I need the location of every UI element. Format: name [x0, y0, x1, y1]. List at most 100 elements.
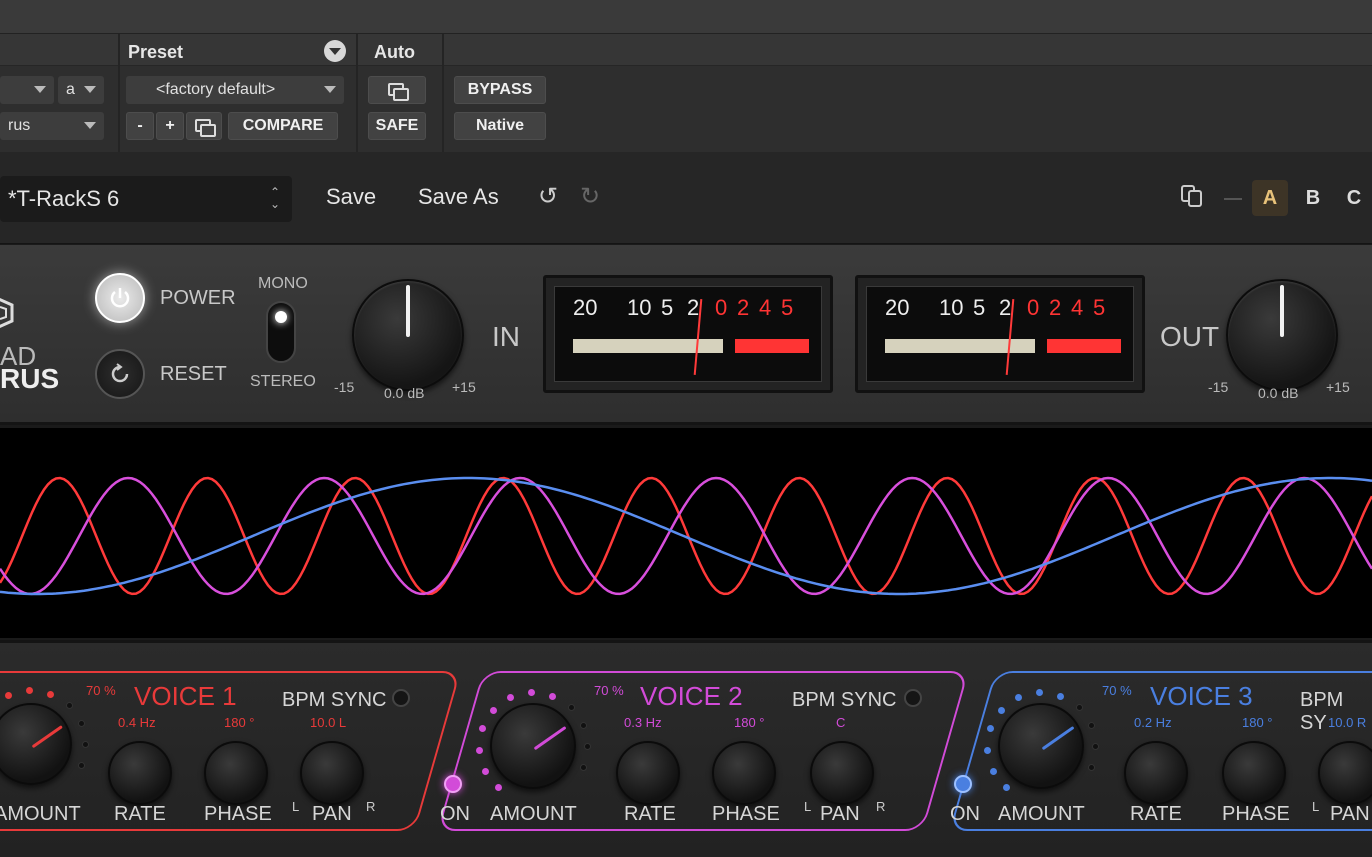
amount-level-dot — [997, 706, 1005, 714]
voice-2-phase-value: 180 ° — [734, 715, 765, 730]
preset-name-field[interactable]: *T-RackS 6 ⌃ ⌄ — [0, 176, 292, 222]
voice-1-rate-knob[interactable] — [108, 741, 172, 805]
amount-level-dot — [77, 762, 85, 770]
preset-next-button[interactable]: + — [156, 112, 184, 140]
voice-3-rate-value: 0.2 Hz — [1134, 715, 1172, 730]
knob-pointer — [533, 725, 567, 751]
voice-3-phase-knob[interactable] — [1222, 741, 1286, 805]
voice-3-rate-knob[interactable] — [1124, 741, 1188, 805]
scale-label: 20 — [885, 295, 910, 320]
voice-2-pan-knob[interactable] — [810, 741, 874, 805]
voice-1-bpm-sync-label: BPM SYNC — [282, 689, 387, 711]
output-value: 0.0 dB — [1258, 385, 1299, 401]
copy-icon[interactable] — [1180, 184, 1204, 215]
scale-bar-red — [735, 339, 809, 353]
chevron-down-icon — [34, 86, 46, 93]
voice-2-amount-value: 70 % — [594, 683, 624, 698]
safe-button[interactable]: SAFE — [368, 112, 426, 140]
slot-divider — [1224, 198, 1242, 200]
divider — [356, 34, 358, 152]
amount-level-dot — [584, 743, 591, 750]
slot-a-button[interactable]: A — [1252, 180, 1288, 216]
voice-1-title: VOICE 1 — [134, 681, 237, 711]
automation-window-button[interactable] — [368, 76, 426, 104]
scale-label: 5 — [661, 295, 674, 320]
slot-c-button[interactable]: C — [1336, 180, 1372, 216]
knob-pointer — [406, 285, 410, 337]
window-icon — [388, 83, 409, 101]
redo-icon[interactable]: ↻ — [580, 182, 600, 211]
updown-arrows-icon[interactable]: ⌃ ⌄ — [270, 186, 280, 210]
track-dropdown[interactable] — [0, 76, 54, 104]
amount-level-dot — [549, 692, 557, 700]
voice-1-phase-knob[interactable] — [204, 741, 268, 805]
input-max-label: +15 — [452, 379, 476, 395]
bypass-button[interactable]: BYPASS — [454, 76, 546, 104]
reset-button[interactable] — [95, 349, 145, 399]
voice-1-pan-knob[interactable] — [300, 741, 364, 805]
amount-level-dot — [47, 690, 55, 698]
factory-preset-value: <factory default> — [156, 81, 276, 98]
voice-3-on-label: ON — [950, 803, 980, 825]
preset-library-button[interactable] — [186, 112, 222, 140]
voice-1-bpm-sync-led[interactable] — [392, 689, 410, 707]
input-min-label: -15 — [334, 379, 355, 395]
amount-level-dot — [989, 767, 997, 775]
output-gain-knob[interactable] — [1226, 279, 1338, 391]
mono-stereo-toggle[interactable] — [266, 301, 296, 363]
scale-label: 5 — [973, 295, 986, 320]
preset-menu-icon[interactable] — [324, 40, 346, 62]
voice-2-phase-knob[interactable] — [712, 741, 776, 805]
input-gain-knob[interactable] — [352, 279, 464, 391]
host-auto-header: Auto — [358, 34, 442, 66]
voice-3-pan-l: L — [1312, 799, 1320, 814]
out-label: OUT — [1160, 321, 1220, 352]
voice-3-rate-label: RATE — [1130, 803, 1182, 825]
output-max-label: +15 — [1326, 379, 1350, 395]
save-button[interactable]: Save — [326, 184, 376, 210]
amount-level-dot — [567, 704, 575, 712]
voice-2-pan-r: R — [876, 799, 886, 814]
track-variant-dropdown[interactable]: a — [58, 76, 104, 104]
scale-label: 5 — [781, 295, 794, 320]
window-icon — [195, 119, 216, 137]
amount-level-dot — [1087, 764, 1095, 772]
voice-2-rate-knob[interactable] — [616, 741, 680, 805]
amount-level-dot — [579, 721, 587, 729]
amount-level-dot — [579, 764, 587, 772]
input-value: 0.0 dB — [384, 385, 425, 401]
divider — [442, 34, 444, 152]
knob-pointer — [31, 725, 63, 749]
voice-2-amount-knob[interactable] — [490, 703, 576, 789]
amount-level-dot — [1087, 721, 1095, 729]
power-button[interactable] — [95, 273, 145, 323]
undo-icon[interactable]: ↺ — [538, 182, 558, 211]
scale-label: 10 — [939, 295, 964, 320]
voice-2-bpm-sync-led[interactable] — [904, 689, 922, 707]
amount-level-dot — [77, 719, 85, 727]
voice-1-amount-label: AMOUNT — [0, 803, 81, 825]
voice-2-rate-label: RATE — [624, 803, 676, 825]
slot-b-button[interactable]: B — [1295, 180, 1331, 216]
in-label: IN — [492, 321, 520, 352]
voice-3-phase-value: 180 ° — [1242, 715, 1273, 730]
vu-meter-face: 20 10 5 2 0 2 4 5 — [554, 286, 822, 382]
insert-dropdown[interactable]: rus — [0, 112, 104, 140]
voice-1-pan-label: PAN — [312, 803, 352, 825]
voice-1-phase-label: PHASE — [204, 803, 272, 825]
amount-level-dot — [1092, 743, 1099, 750]
stereo-label: STEREO — [250, 373, 316, 390]
preset-label: Preset — [128, 42, 184, 62]
preset-prev-button[interactable]: - — [126, 112, 154, 140]
chevron-down-icon — [324, 86, 336, 93]
save-as-button[interactable]: Save As — [418, 184, 499, 210]
compare-button[interactable]: COMPARE — [228, 112, 338, 140]
scale-label: 5 — [1093, 295, 1106, 320]
voice-3-amount-value: 70 % — [1102, 683, 1132, 698]
amount-level-dot — [82, 741, 89, 748]
voice-3-on-led[interactable] — [954, 775, 972, 793]
factory-preset-dropdown[interactable]: <factory default> — [126, 76, 344, 104]
voice-3-amount-knob[interactable] — [998, 703, 1084, 789]
voice-2-on-led[interactable] — [444, 775, 462, 793]
native-button[interactable]: Native — [454, 112, 546, 140]
